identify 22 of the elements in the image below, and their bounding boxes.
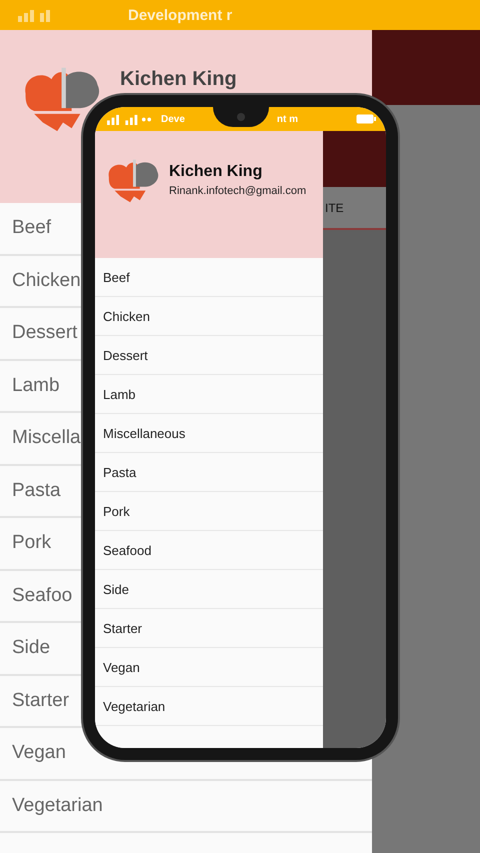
toolbar xyxy=(323,131,386,187)
battery-icon xyxy=(356,114,376,124)
category-item[interactable]: Seafoo xyxy=(12,584,72,607)
status-text: nt m xyxy=(276,114,298,124)
category-item[interactable]: Pork xyxy=(12,532,52,554)
status-text: Development r xyxy=(128,6,232,24)
category-item[interactable]: Miscella xyxy=(12,427,81,450)
category-item[interactable]: Pasta xyxy=(12,480,61,502)
app-title: Kichen King xyxy=(169,163,264,181)
category-item[interactable]: Starter xyxy=(12,690,70,712)
app-title: Kichen King xyxy=(120,68,237,91)
status-text: Deve xyxy=(161,114,185,124)
category-item[interactable]: Chicken xyxy=(12,270,81,292)
category-item[interactable]: Dessert xyxy=(12,322,78,344)
category-item[interactable]: Side xyxy=(12,637,50,660)
category-item[interactable]: Beef xyxy=(12,217,52,240)
category-item[interactable]: Lamb xyxy=(12,374,60,397)
email-text: Rinank.infotech@gmail.com xyxy=(169,185,306,197)
category-item[interactable]: Vegan xyxy=(12,742,66,764)
camera-notch xyxy=(212,107,268,127)
tab[interactable]: ITE xyxy=(323,200,344,214)
category-item[interactable]: Vegetarian xyxy=(12,794,103,817)
